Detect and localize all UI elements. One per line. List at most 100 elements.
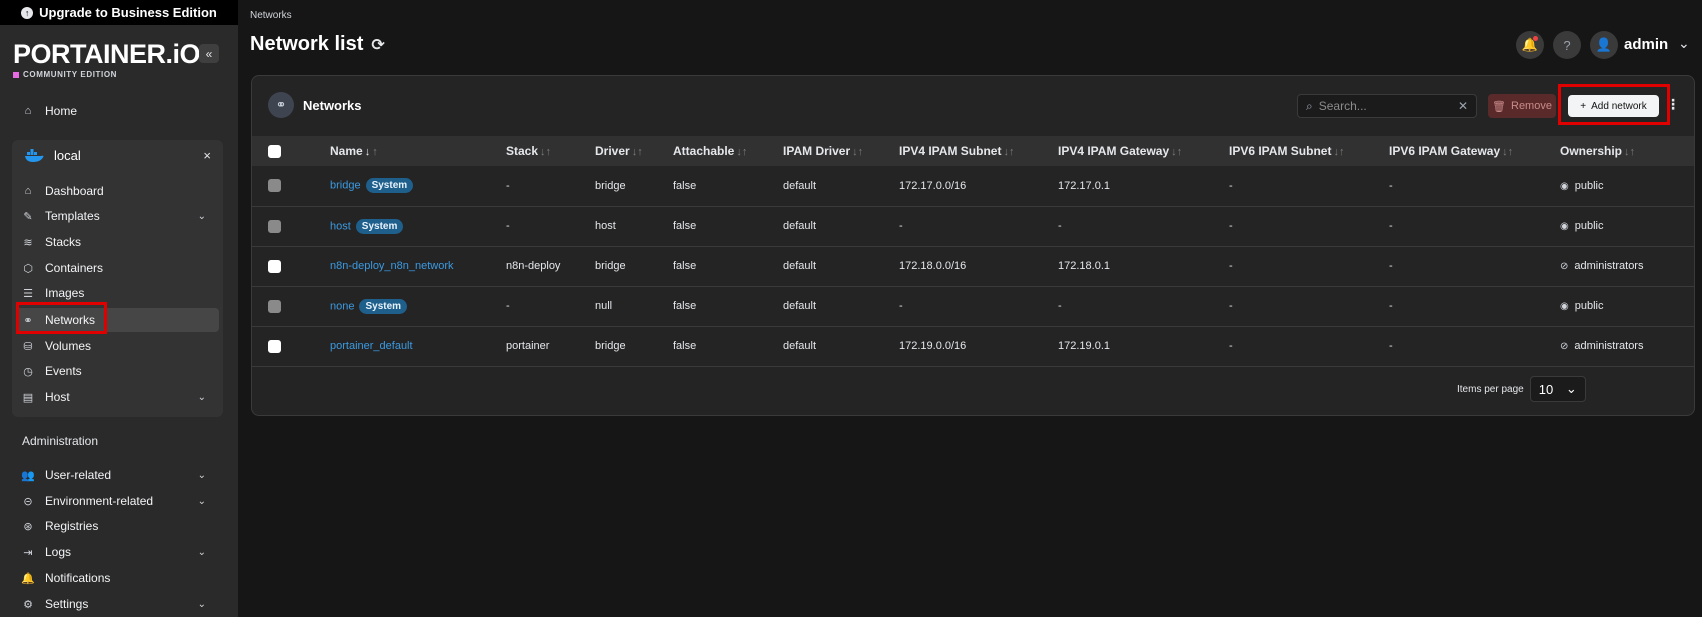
logs-icon: ⇥ [23, 546, 33, 559]
system-badge: System [365, 178, 414, 194]
column-header-ipv6-subnet[interactable]: IPV6 IPAM Subnet ↓↑ [1229, 136, 1389, 166]
row-checkbox[interactable] [268, 179, 281, 193]
panel-header: ⚭ Networks [268, 92, 362, 118]
items-per-page-select[interactable]: 10 ⌄ [1529, 376, 1586, 402]
close-environment-icon[interactable]: × [203, 148, 211, 163]
bell-icon: 🔔 [21, 572, 35, 585]
table-row: bridge System - bridge false default 172.… [252, 166, 1694, 206]
breadcrumb[interactable]: Networks [250, 10, 292, 21]
clear-search-icon[interactable]: ✕ [1458, 99, 1468, 113]
remove-button[interactable]: 🗑 Remove [1488, 94, 1556, 118]
chevron-down-icon: ⌄ [197, 546, 206, 558]
help-button[interactable]: ? [1553, 31, 1581, 59]
docker-icon [24, 148, 44, 163]
eye-off-icon: ⊘ [1560, 341, 1569, 352]
row-checkbox[interactable] [268, 299, 281, 313]
chevron-down-icon: ⌄ [197, 598, 206, 610]
refresh-icon[interactable]: ⟳ [371, 35, 384, 55]
dashboard-icon: ⌂ [24, 185, 32, 197]
search-box[interactable]: ⌕ ✕ [1297, 94, 1477, 118]
chevron-down-icon: ⌄ [197, 495, 206, 507]
page-title: Network list ⟳ [250, 33, 385, 55]
help-icon: ? [1563, 37, 1571, 53]
column-header-name[interactable]: Name ↓ ↑ [330, 136, 506, 166]
table-row: portainer_default portainer bridge false… [252, 326, 1694, 366]
network-name-link[interactable]: none [330, 300, 354, 312]
sidebar-item-settings[interactable]: ⚙ Settings ⌄ [22, 593, 218, 615]
sidebar-item-containers[interactable]: ⬡ Containers [22, 257, 218, 279]
username[interactable]: admin [1624, 36, 1668, 53]
column-header-driver[interactable]: Driver ↓↑ [595, 136, 673, 166]
sidebar-item-volumes[interactable]: ⛁ Volumes [22, 335, 218, 357]
highlight-networks-box [16, 302, 107, 334]
eye-off-icon: ⊘ [1560, 261, 1569, 272]
chevron-down-icon: ⌄ [197, 469, 206, 481]
column-header-ipam-driver[interactable]: IPAM Driver ↓↑ [783, 136, 899, 166]
select-all-checkbox[interactable] [268, 145, 281, 159]
environment-icon: ⊝ [23, 495, 33, 508]
panel-title: Networks [303, 97, 362, 113]
network-name-link[interactable]: bridge [330, 180, 361, 192]
user-menu-chevron-icon[interactable]: ⌄ [1678, 35, 1690, 52]
row-checkbox[interactable] [268, 339, 281, 353]
volumes-icon: ⛁ [23, 340, 33, 353]
containers-icon: ⬡ [23, 262, 33, 275]
upgrade-banner-label: Upgrade to Business Edition [39, 5, 217, 20]
home-icon: ⌂ [24, 105, 32, 117]
trash-icon: 🗑 [1492, 100, 1506, 113]
sidebar-item-user-related[interactable]: 👥 User-related ⌄ [21, 464, 218, 486]
sidebar-item-stacks[interactable]: ≋ Stacks [22, 231, 218, 253]
row-checkbox[interactable] [268, 219, 281, 233]
more-options-icon[interactable]: ⋮ [1666, 96, 1680, 113]
environment-header[interactable]: local [24, 148, 81, 163]
templates-icon: ✎ [23, 210, 33, 223]
sidebar-item-templates[interactable]: ✎ Templates ⌄ [22, 205, 218, 227]
add-network-button[interactable]: + Add network [1568, 95, 1659, 117]
registries-icon: ⊛ [23, 520, 33, 533]
table-row: n8n-deploy_n8n_network n8n-deploy bridge… [252, 246, 1694, 286]
column-header-ipv4-subnet[interactable]: IPV4 IPAM Subnet ↓↑ [899, 136, 1058, 166]
pagination-controls: Items per page 10 ⌄ [1457, 376, 1586, 402]
column-header-attachable[interactable]: Attachable ↓↑ [673, 136, 783, 166]
network-icon: ⚭ [268, 92, 294, 118]
sidebar-item-images[interactable]: ☰ Images [22, 282, 218, 304]
clock-icon: ◷ [23, 365, 33, 378]
search-input[interactable] [1318, 99, 1449, 113]
network-name-link[interactable]: n8n-deploy_n8n_network [330, 260, 454, 272]
sidebar-item-home[interactable]: ⌂ Home [22, 100, 218, 122]
chevron-down-icon: ⌄ [197, 210, 206, 222]
notifications-button[interactable]: 🔔 [1516, 31, 1544, 59]
sidebar-item-host[interactable]: ▤ Host ⌄ [22, 386, 218, 408]
user-avatar[interactable]: 👤 [1590, 31, 1618, 59]
networks-panel: ⚭ Networks ⌕ ✕ 🗑 Remove + Add network ⋮ … [251, 75, 1695, 416]
system-badge: System [355, 218, 404, 234]
eye-icon: ◉ [1560, 180, 1569, 192]
upgrade-banner[interactable]: ↑ Upgrade to Business Edition [0, 0, 238, 25]
sidebar-item-notifications[interactable]: 🔔 Notifications [21, 567, 218, 589]
column-header-ipv6-gateway[interactable]: IPV6 IPAM Gateway ↓↑ [1389, 136, 1560, 166]
network-name-link[interactable]: host [330, 220, 351, 232]
environment-name: local [54, 148, 81, 163]
settings-icon: ⚙ [23, 598, 33, 611]
users-icon: 👥 [21, 469, 35, 482]
sidebar-item-logs[interactable]: ⇥ Logs ⌄ [22, 541, 218, 563]
edition-label: COMMUNITY EDITION [23, 70, 118, 79]
column-header-stack[interactable]: Stack ↓↑ [506, 136, 595, 166]
host-icon: ▤ [22, 391, 34, 404]
sidebar-item-dashboard[interactable]: ⌂ Dashboard [22, 180, 218, 202]
eye-icon: ◉ [1560, 301, 1569, 312]
column-header-ipv4-gateway[interactable]: IPV4 IPAM Gateway ↓↑ [1058, 136, 1229, 166]
network-name-link[interactable]: portainer_default [330, 340, 413, 352]
row-checkbox[interactable] [268, 259, 281, 273]
edition-square-icon [13, 71, 19, 78]
sidebar-item-registries[interactable]: ⊛ Registries [22, 515, 218, 537]
sidebar-item-environment-related[interactable]: ⊝ Environment-related ⌄ [22, 490, 218, 512]
collapse-sidebar-button[interactable]: « [199, 44, 219, 63]
notification-dot [1533, 36, 1538, 41]
images-icon: ☰ [23, 287, 33, 300]
portainer-logo[interactable]: PORTAINER.iO COMMUNITY EDITION [13, 40, 201, 79]
eye-icon: ◉ [1560, 221, 1569, 232]
sidebar-item-events[interactable]: ◷ Events [22, 360, 218, 382]
column-header-ownership[interactable]: Ownership ↓↑ [1560, 136, 1694, 166]
sidebar: ↑ Upgrade to Business Edition PORTAINER.… [0, 0, 238, 617]
